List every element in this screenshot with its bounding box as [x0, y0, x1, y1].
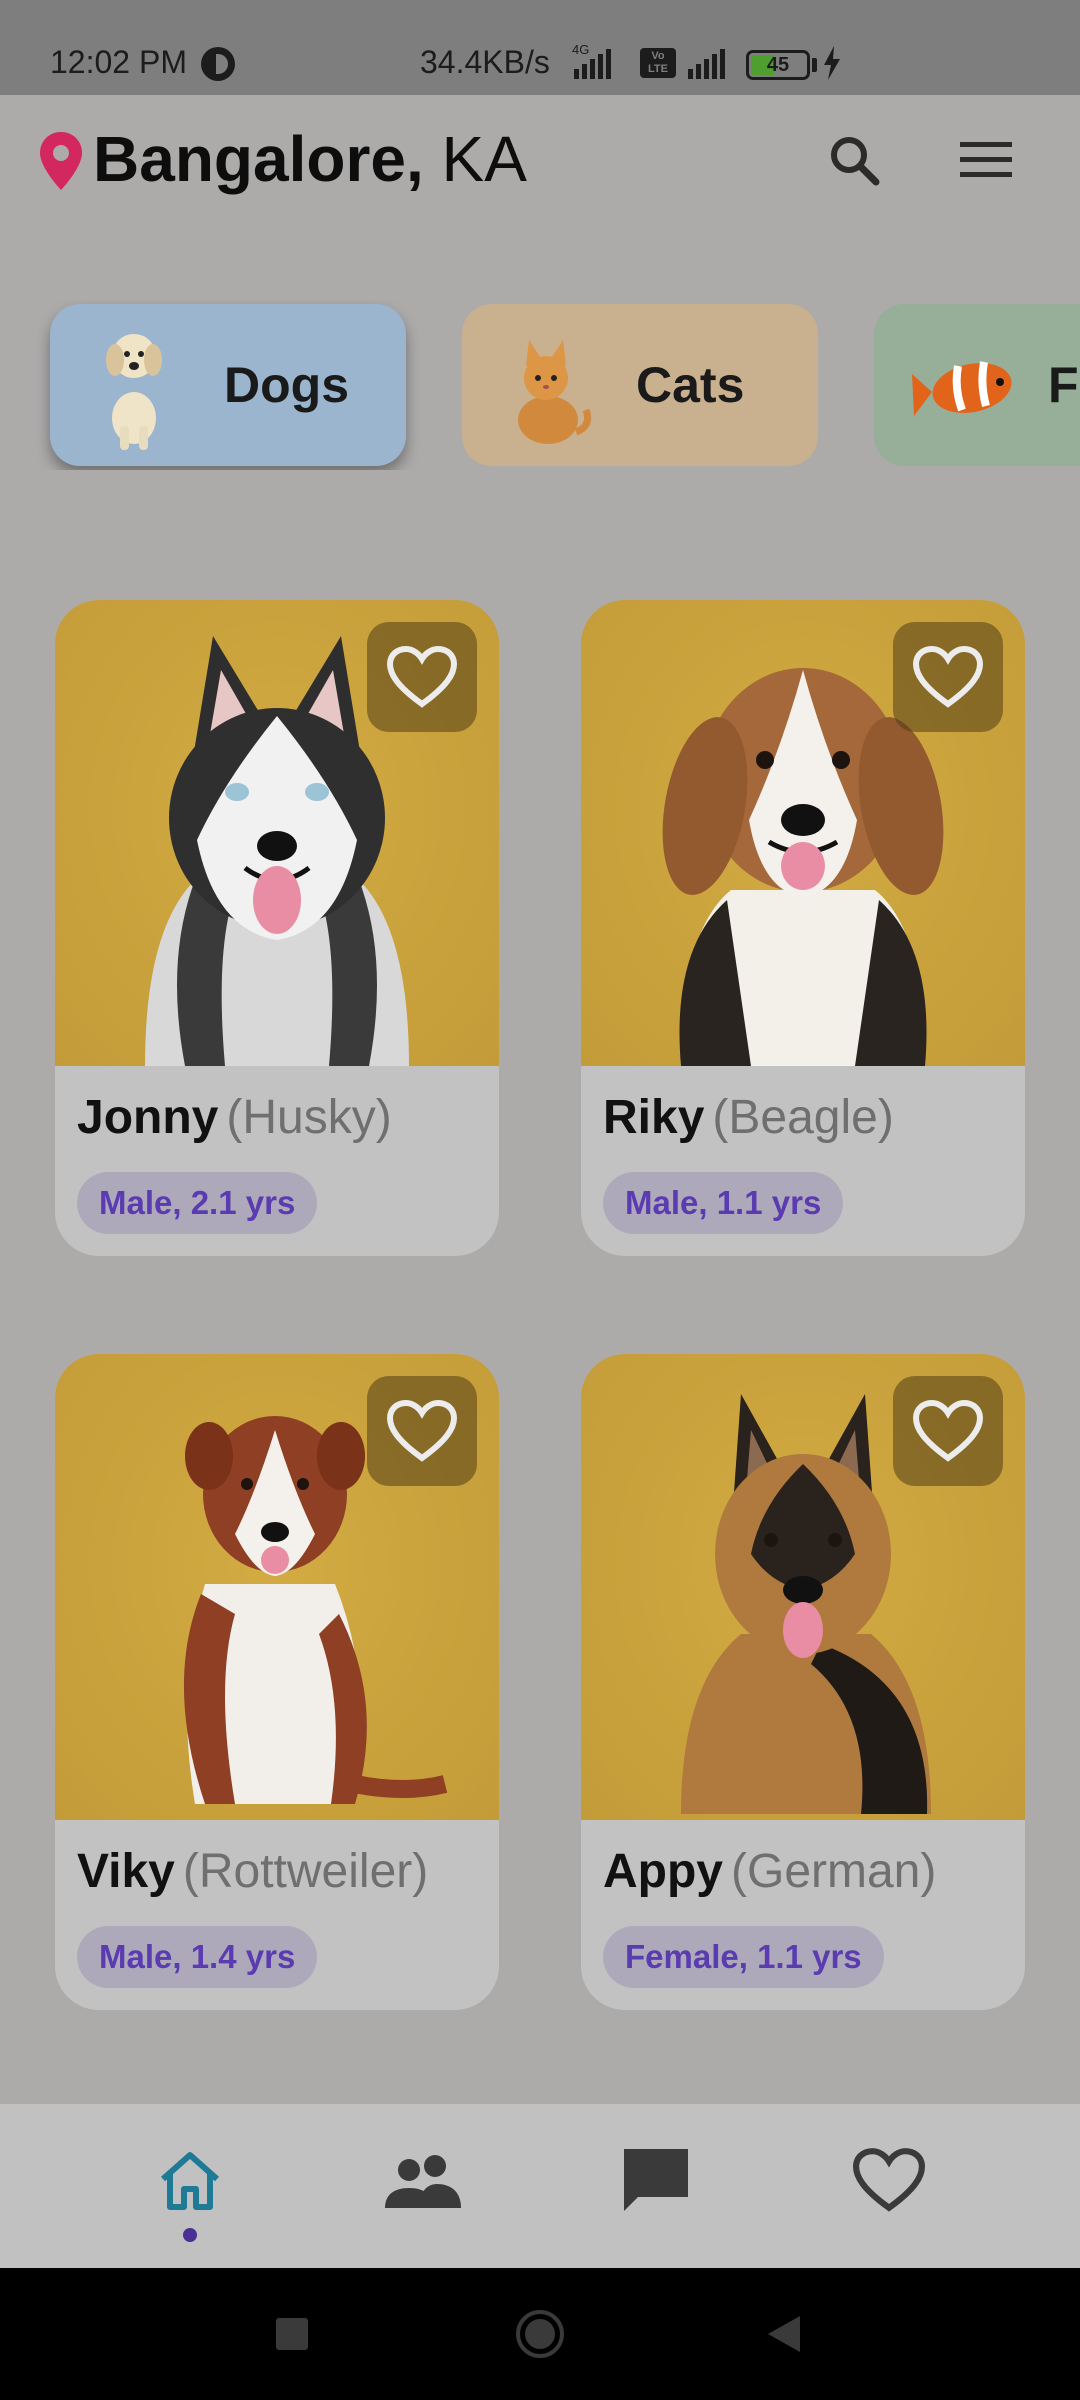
category-cats[interactable]: Cats — [462, 304, 818, 466]
back-icon — [768, 2316, 800, 2352]
signal-icon — [574, 49, 611, 79]
pet-info-badge: Male, 1.4 yrs — [77, 1926, 318, 1988]
cat-icon — [518, 340, 592, 444]
pet-breed: (German) — [731, 1845, 937, 1898]
pet-info-badge: Male, 2.1 yrs — [77, 1172, 318, 1234]
people-icon — [385, 2155, 461, 2208]
home-button[interactable] — [514, 2308, 566, 2360]
heart-icon — [913, 1400, 983, 1462]
pet-name: Appy — [603, 1845, 723, 1898]
pet-card[interactable]: Jonny (Husky) Male, 2.1 yrs — [55, 600, 499, 1256]
heart-icon — [913, 646, 983, 708]
menu-button[interactable] — [956, 130, 1016, 190]
system-nav-bar — [0, 2268, 1080, 2400]
heart-icon — [387, 646, 457, 708]
volte-badge: Vo LTE — [640, 48, 676, 78]
favorite-button[interactable] — [893, 1376, 1003, 1486]
category-label: Dogs — [224, 357, 349, 413]
home-icon — [161, 2152, 219, 2210]
active-indicator — [183, 2228, 197, 2242]
pet-name: Jonny — [77, 1091, 219, 1144]
category-label: Cats — [636, 357, 745, 413]
category-list[interactable]: Dogs Cats Fi — [0, 300, 1080, 470]
category-dogs[interactable]: Dogs — [50, 304, 406, 466]
pet-title: Jonny (Husky) — [77, 1090, 392, 1145]
pet-title: Riky (Beagle) — [603, 1090, 894, 1145]
pet-card[interactable]: Appy (German) Female, 1.1 yrs — [581, 1354, 1025, 2010]
nav-community[interactable] — [375, 2132, 471, 2228]
pet-breed: (Rottweiler) — [182, 1845, 429, 1898]
favorite-button[interactable] — [367, 1376, 477, 1486]
pet-name: Viky — [77, 1845, 175, 1898]
pet-breed: (Husky) — [226, 1091, 392, 1144]
chat-icon — [624, 2149, 688, 2211]
favorite-button[interactable] — [893, 622, 1003, 732]
city-name: Bangalore, — [93, 123, 424, 195]
favorite-button[interactable] — [367, 622, 477, 732]
pet-card[interactable]: Viky (Rottweiler) Male, 1.4 yrs — [55, 1354, 499, 2010]
pet-title: Appy (German) — [603, 1844, 936, 1899]
data-saver-icon — [201, 47, 235, 81]
location-title[interactable]: Bangalore, KA — [93, 122, 527, 196]
bottom-nav — [0, 2104, 1080, 2268]
search-button[interactable] — [824, 130, 884, 190]
category-fish[interactable]: Fi — [874, 304, 1080, 466]
pet-info-badge: Female, 1.1 yrs — [603, 1926, 884, 1988]
network-speed: 34.4KB/s — [420, 44, 550, 80]
status-bar: 12:02 PM 34.4KB/s 4G Vo LTE 45 — [0, 0, 1080, 95]
nav-favorites[interactable] — [841, 2132, 937, 2228]
battery-level: 45 — [766, 54, 790, 76]
back-button[interactable] — [758, 2308, 810, 2360]
dog-icon — [106, 334, 162, 450]
battery-icon: 45 — [746, 50, 810, 80]
status-time: 12:02 PM — [50, 44, 187, 80]
pet-card[interactable]: Riky (Beagle) Male, 1.1 yrs — [581, 600, 1025, 1256]
favorites-icon — [853, 2148, 925, 2212]
fish-icon — [912, 361, 1012, 416]
recents-icon — [276, 2318, 308, 2350]
signal-icon-2 — [688, 49, 725, 79]
pet-title: Viky (Rottweiler) — [77, 1844, 428, 1899]
nav-chat[interactable] — [608, 2132, 704, 2228]
pet-name: Riky — [603, 1091, 705, 1144]
state-name: KA — [441, 123, 527, 195]
pet-info-badge: Male, 1.1 yrs — [603, 1172, 844, 1234]
pet-breed: (Beagle) — [712, 1091, 894, 1144]
location-pin-icon — [40, 132, 82, 190]
search-icon — [831, 137, 880, 186]
category-label: Fi — [1048, 357, 1080, 413]
recents-button[interactable] — [266, 2308, 318, 2360]
menu-icon — [960, 142, 1012, 177]
heart-icon — [387, 1400, 457, 1462]
home-circle-icon — [516, 2310, 564, 2358]
nav-home[interactable] — [142, 2132, 238, 2228]
battery-cap — [812, 58, 817, 72]
charging-icon — [824, 46, 840, 80]
